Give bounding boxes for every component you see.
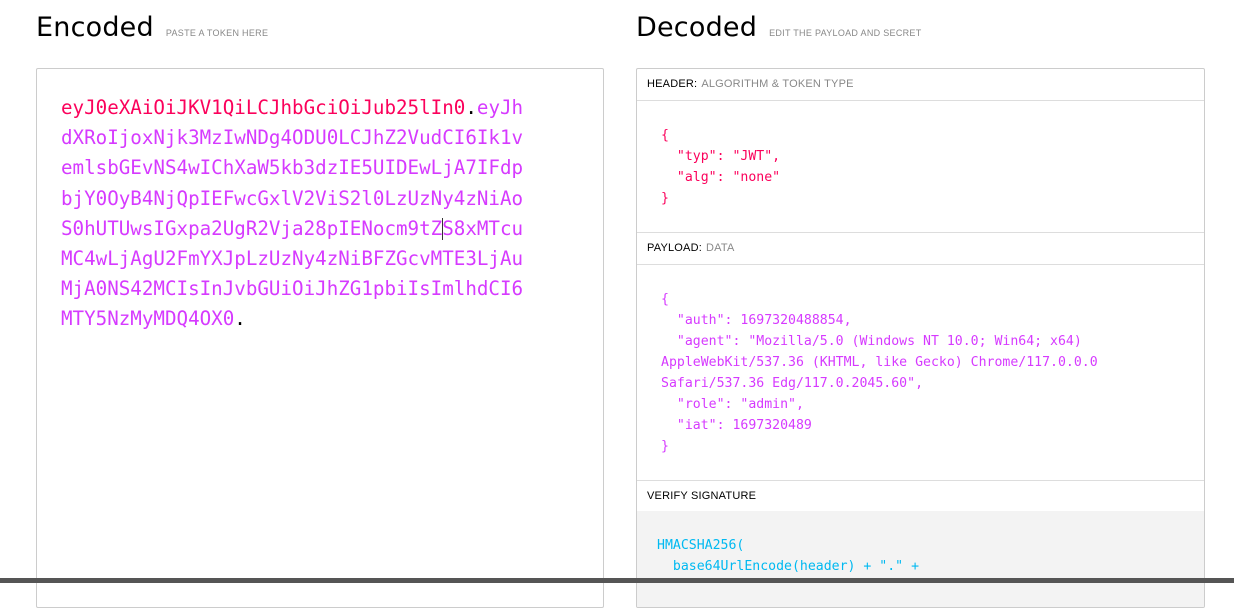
decoded-panel: HEADER: ALGORITHM & TOKEN TYPE { "typ": "… bbox=[636, 68, 1205, 608]
verify-signature-code: HMACSHA256( base64UrlEncode(header) + ".… bbox=[657, 538, 920, 574]
encoded-token-editor[interactable]: eyJ0eXAiOiJKV1QiLCJhbGciOiJub25lIn0.eyJh… bbox=[36, 68, 604, 608]
os-taskbar-edge bbox=[0, 578, 1234, 583]
header-json-editor[interactable]: { "typ": "JWT", "alg": "none" } bbox=[661, 125, 780, 209]
payload-section-bar: PAYLOAD: DATA bbox=[637, 233, 1204, 265]
header-section-label: HEADER: bbox=[647, 78, 698, 90]
payload-section-sublabel: DATA bbox=[706, 242, 735, 254]
decoded-subtitle: EDIT THE PAYLOAD AND SECRET bbox=[769, 28, 922, 38]
payload-section-label: PAYLOAD: bbox=[647, 242, 702, 254]
verify-section-bar: VERIFY SIGNATURE bbox=[637, 481, 1204, 513]
decoded-title: Decoded bbox=[636, 12, 758, 43]
decoded-heading: Decoded EDIT THE PAYLOAD AND SECRET bbox=[636, 12, 922, 43]
encoded-title: Encoded bbox=[36, 12, 154, 43]
token-text[interactable]: eyJ0eXAiOiJKV1QiLCJhbGciOiJub25lIn0.eyJh… bbox=[61, 93, 531, 335]
verify-section-label: VERIFY SIGNATURE bbox=[647, 490, 757, 502]
encoded-heading: Encoded PASTE A TOKEN HERE bbox=[36, 12, 268, 43]
verify-signature-body: HMACSHA256( base64UrlEncode(header) + ".… bbox=[637, 511, 1204, 607]
header-section-sublabel: ALGORITHM & TOKEN TYPE bbox=[701, 78, 854, 90]
encoded-subtitle: PASTE A TOKEN HERE bbox=[165, 28, 269, 38]
token-header-part: eyJ0eXAiOiJKV1QiLCJhbGciOiJub25lIn0 bbox=[61, 96, 466, 119]
token-dot-separator-2: . bbox=[234, 307, 246, 331]
payload-json-editor[interactable]: { "auth": 1697320488854, "agent": "Mozil… bbox=[661, 289, 1098, 457]
header-section-bar: HEADER: ALGORITHM & TOKEN TYPE bbox=[637, 69, 1204, 101]
token-dot-separator: . bbox=[465, 96, 477, 119]
